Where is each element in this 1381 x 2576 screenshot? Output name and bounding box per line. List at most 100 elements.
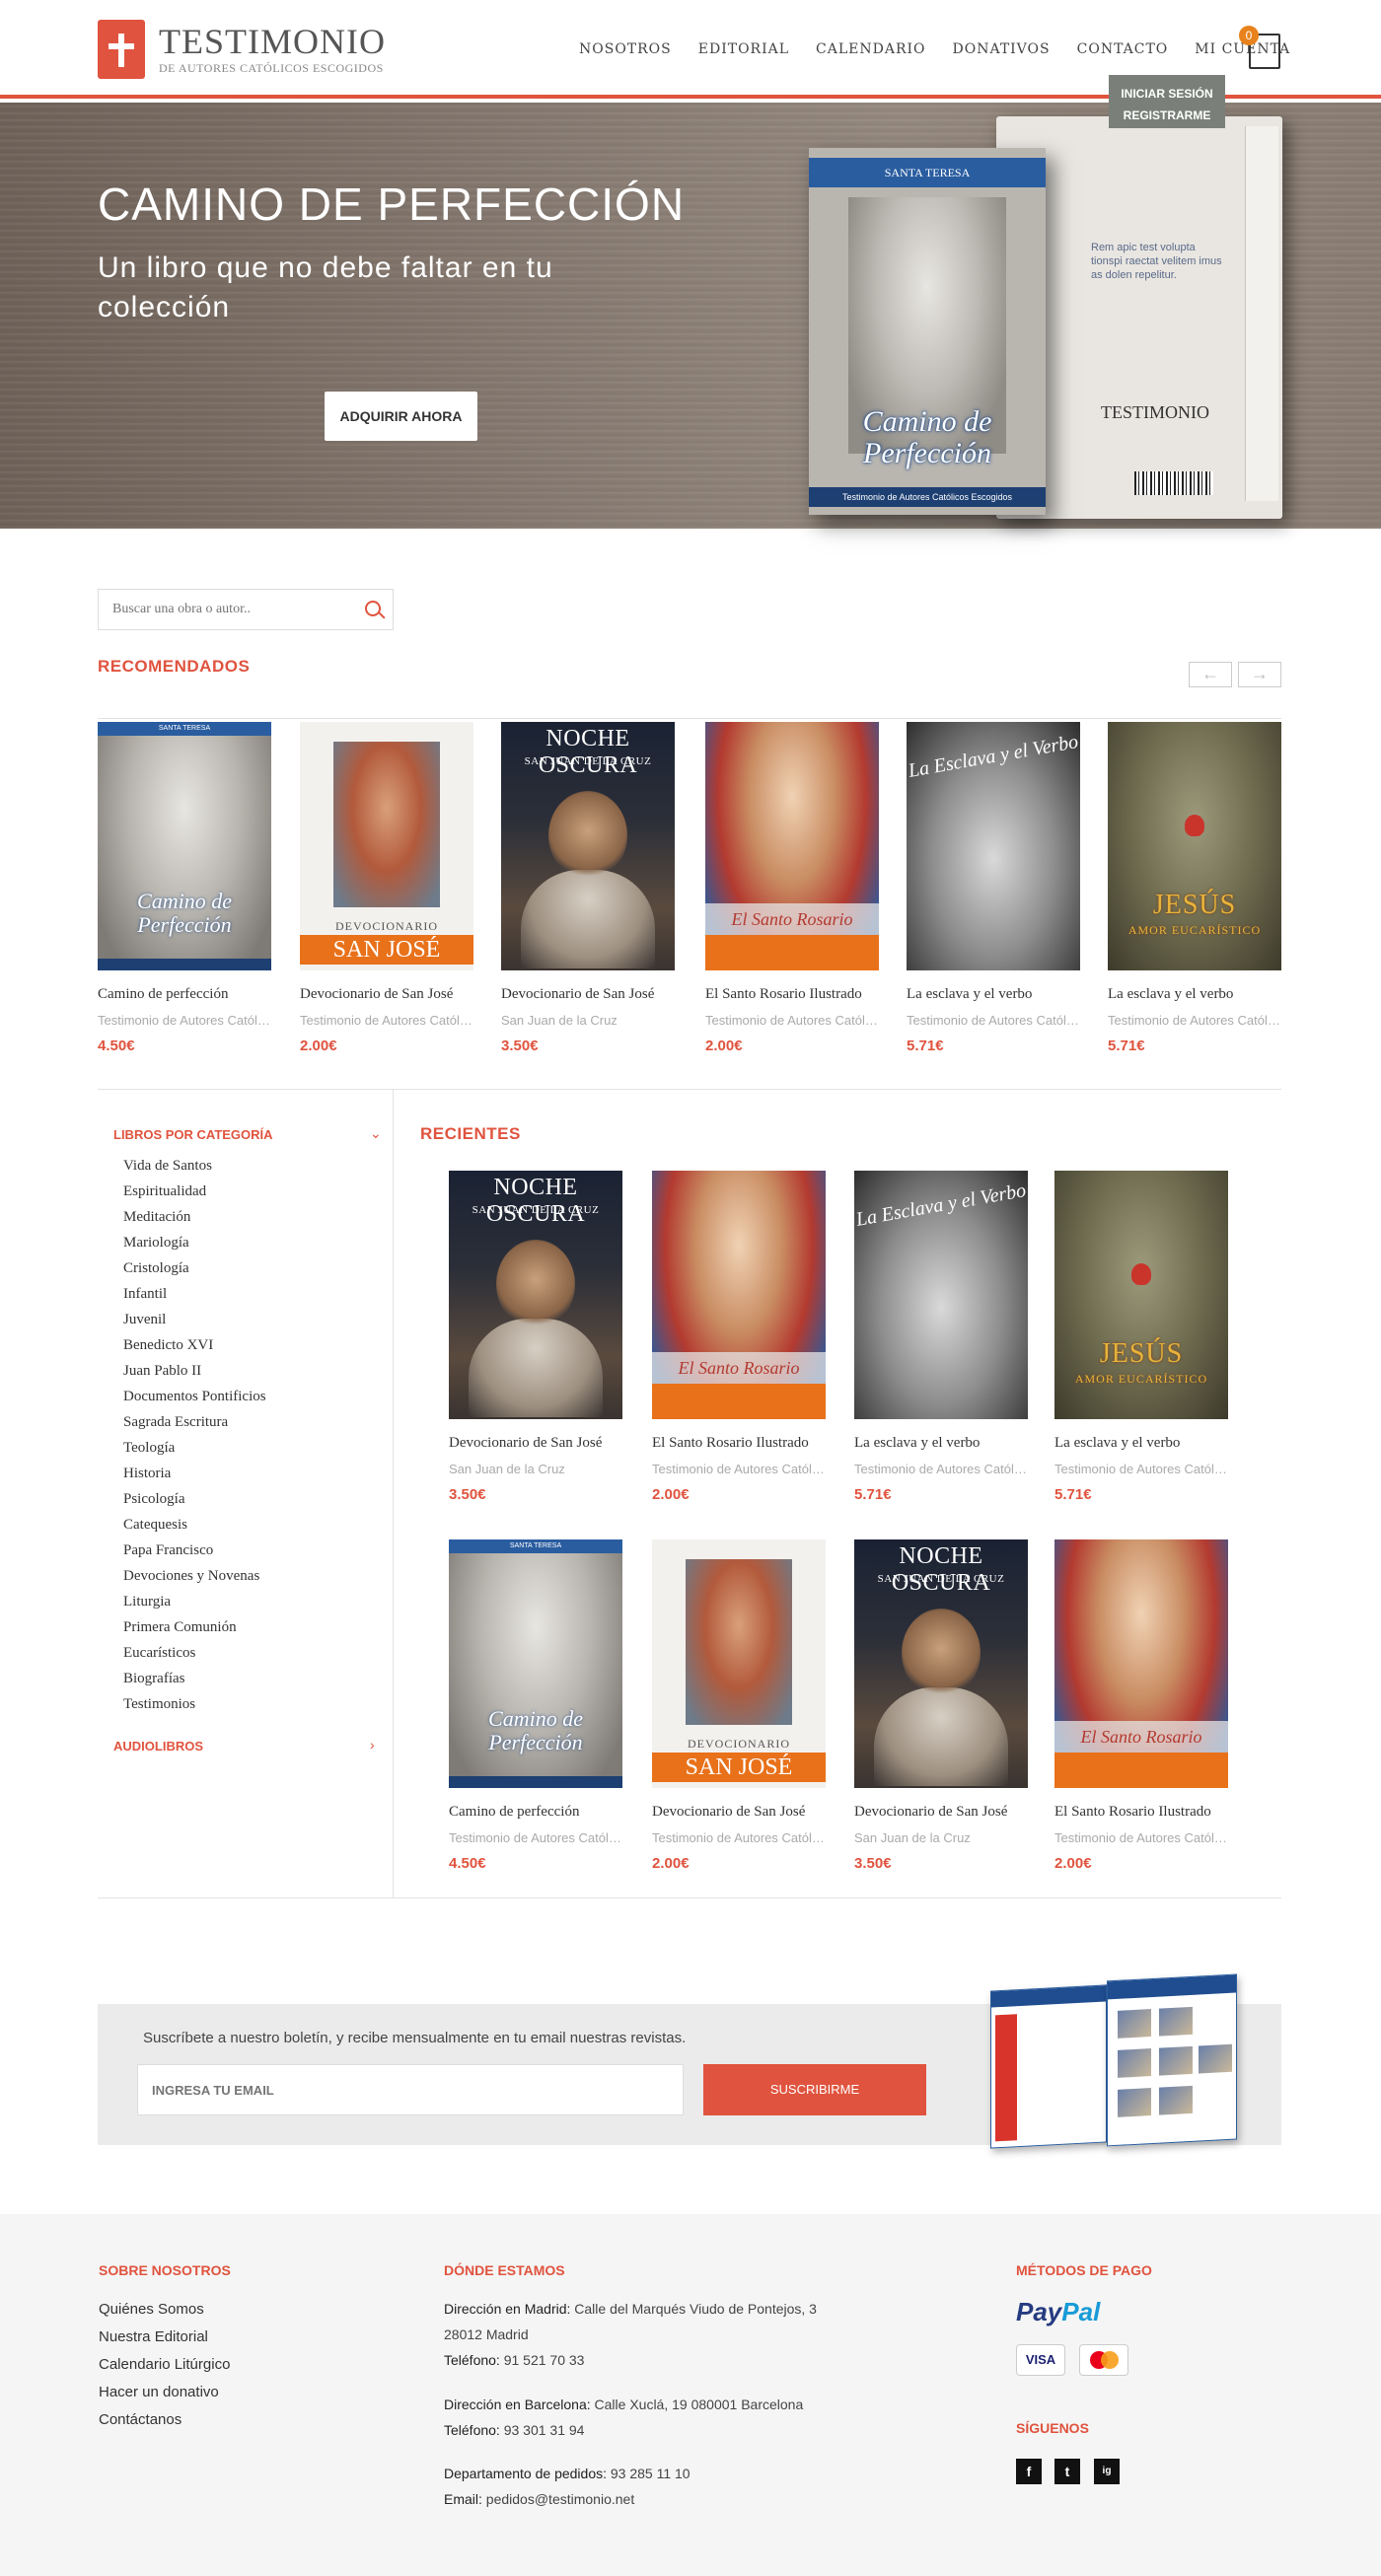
- book-cover-image[interactable]: JESÚS AMOR EUCARÍSTICO: [1108, 722, 1281, 970]
- product-price: 2.00€: [1054, 1855, 1092, 1872]
- category-item[interactable]: Documentos Pontificios: [123, 1384, 266, 1409]
- product-card[interactable]: JESÚS AMOR EUCARÍSTICO La esclava y el ver…: [1054, 1171, 1230, 1503]
- product-name[interactable]: La esclava y el verbo: [907, 986, 1082, 1003]
- instagram-icon[interactable]: ig: [1094, 2459, 1120, 2484]
- login-link[interactable]: INICIAR SESIÓN: [1109, 83, 1225, 105]
- product-card[interactable]: NOCHE OSCURA SAN JUAN DE LA CRUZ Devociona…: [501, 722, 677, 1054]
- nav-contacto[interactable]: CONTACTO: [1077, 41, 1169, 57]
- book-cover-image[interactable]: DEVOCIONARIO SAN JOSÉ: [652, 1539, 826, 1788]
- footer-link-calendario[interactable]: Calendario Litúrgico: [99, 2356, 230, 2373]
- nav-nosotros[interactable]: NOSOTROS: [579, 41, 672, 57]
- product-name[interactable]: El Santo Rosario Ilustrado: [1054, 1804, 1230, 1821]
- category-item[interactable]: Catequesis: [123, 1512, 266, 1538]
- category-item[interactable]: Benedicto XVI: [123, 1332, 266, 1358]
- category-item[interactable]: Meditación: [123, 1204, 266, 1230]
- chevron-right-icon[interactable]: ›: [370, 1737, 375, 1753]
- category-item[interactable]: Historia: [123, 1461, 266, 1486]
- orders-email[interactable]: pedidos@testimonio.net: [486, 2491, 634, 2507]
- product-name[interactable]: Devocionario de San José: [449, 1435, 624, 1452]
- product-name[interactable]: El Santo Rosario Ilustrado: [652, 1435, 828, 1452]
- category-item[interactable]: Psicología: [123, 1486, 266, 1512]
- nav-donativos[interactable]: DONATIVOS: [953, 41, 1051, 57]
- email-field[interactable]: [137, 2064, 684, 2115]
- product-name[interactable]: Devocionario de San José: [501, 986, 677, 1003]
- product-name[interactable]: Devocionario de San José: [652, 1804, 828, 1821]
- facebook-icon[interactable]: f: [1016, 2459, 1042, 2484]
- product-name[interactable]: Camino de perfección: [98, 986, 273, 1003]
- category-item[interactable]: Sagrada Escritura: [123, 1409, 266, 1435]
- saint-image: [686, 1559, 792, 1725]
- book-cover-image[interactable]: El Santo Rosario: [705, 722, 879, 970]
- product-name[interactable]: Devocionario de San José: [300, 986, 475, 1003]
- book-cover-image[interactable]: JESÚS AMOR EUCARÍSTICO: [1054, 1171, 1228, 1419]
- product-name[interactable]: El Santo Rosario Ilustrado: [705, 986, 881, 1003]
- register-link[interactable]: REGISTRARME: [1109, 105, 1225, 126]
- book-cover-image[interactable]: La Esclava y el Verbo: [854, 1171, 1028, 1419]
- product-name[interactable]: La esclava y el verbo: [854, 1435, 1030, 1452]
- book-cover-image[interactable]: NOCHE OSCURA SAN JUAN DE LA CRUZ: [449, 1171, 622, 1419]
- category-item[interactable]: Juan Pablo II: [123, 1358, 266, 1384]
- product-card[interactable]: La Esclava y el Verbo La esclava y el ver…: [854, 1171, 1030, 1503]
- carousel-next-button[interactable]: →: [1238, 662, 1281, 687]
- category-item[interactable]: Teología: [123, 1435, 266, 1461]
- category-item[interactable]: Primera Comunión: [123, 1614, 266, 1640]
- product-name[interactable]: Devocionario de San José: [854, 1804, 1030, 1821]
- category-item[interactable]: Mariología: [123, 1230, 266, 1255]
- book-cover-image[interactable]: NOCHE OSCURA SAN JUAN DE LA CRUZ: [854, 1539, 1028, 1788]
- category-heading[interactable]: LIBROS POR CATEGORÍA: [113, 1127, 273, 1142]
- nav-editorial[interactable]: EDITORIAL: [698, 41, 789, 57]
- book-cover-image[interactable]: El Santo Rosario: [1054, 1539, 1228, 1788]
- audiobooks-heading[interactable]: AUDIOLIBROS: [113, 1739, 203, 1753]
- product-card[interactable]: SANTA TERESA Camino de Perfección Camino d…: [449, 1539, 624, 1872]
- subscribe-button[interactable]: SUSCRIBIRME: [703, 2064, 926, 2115]
- hero-book-cover[interactable]: SANTA TERESA Camino de Perfección Testim…: [809, 148, 1046, 515]
- category-item[interactable]: Juvenil: [123, 1307, 266, 1332]
- category-item[interactable]: Vida de Santos: [123, 1153, 266, 1179]
- product-card[interactable]: NOCHE OSCURA SAN JUAN DE LA CRUZ Devociona…: [854, 1539, 1030, 1872]
- category-item[interactable]: Devociones y Novenas: [123, 1563, 266, 1589]
- cover-title: SAN JOSÉ: [652, 1753, 826, 1782]
- footer-link-editorial[interactable]: Nuestra Editorial: [99, 2328, 208, 2345]
- product-card[interactable]: La Esclava y el Verbo La esclava y el ver…: [907, 722, 1082, 1054]
- product-price: 5.71€: [1054, 1486, 1092, 1503]
- product-name[interactable]: Camino de perfección: [449, 1804, 624, 1821]
- cover-title: Camino de Perfección: [488, 1706, 583, 1754]
- product-card[interactable]: DEVOCIONARIO SAN JOSÉ Devocionario de San …: [300, 722, 475, 1054]
- product-card[interactable]: SANTA TERESA Camino de Perfección Camino d…: [98, 722, 273, 1054]
- book-cover-image[interactable]: El Santo Rosario: [652, 1171, 826, 1419]
- book-cover-image[interactable]: SANTA TERESA Camino de Perfección: [449, 1539, 622, 1788]
- product-card[interactable]: El Santo Rosario El Santo Rosario Ilustra…: [652, 1171, 828, 1503]
- product-card[interactable]: JESÚS AMOR EUCARÍSTICO La esclava y el ver…: [1108, 722, 1283, 1054]
- product-card[interactable]: El Santo Rosario El Santo Rosario Ilustra…: [705, 722, 881, 1054]
- product-card[interactable]: El Santo Rosario El Santo Rosario Ilustra…: [1054, 1539, 1230, 1872]
- footer-link-donativo[interactable]: Hacer un donativo: [99, 2384, 219, 2400]
- category-item[interactable]: Liturgia: [123, 1589, 266, 1614]
- search-icon[interactable]: [365, 601, 381, 616]
- category-item[interactable]: Infantil: [123, 1281, 266, 1307]
- category-item[interactable]: Papa Francisco: [123, 1538, 266, 1563]
- chevron-down-icon[interactable]: ⌄: [370, 1125, 382, 1142]
- footer-link-contacto[interactable]: Contáctanos: [99, 2411, 182, 2428]
- search-input[interactable]: [99, 590, 355, 629]
- category-item[interactable]: Testimonios: [123, 1691, 266, 1717]
- product-price: 2.00€: [705, 1038, 743, 1054]
- product-name[interactable]: La esclava y el verbo: [1054, 1435, 1230, 1452]
- nav-calendario[interactable]: CALENDARIO: [816, 41, 925, 57]
- product-card[interactable]: DEVOCIONARIO SAN JOSÉ Devocionario de San …: [652, 1539, 828, 1872]
- category-item[interactable]: Espiritualidad: [123, 1179, 266, 1204]
- book-cover-image[interactable]: SANTA TERESA Camino de Perfección: [98, 722, 271, 970]
- carousel-prev-button[interactable]: ←: [1189, 662, 1232, 687]
- book-cover-image[interactable]: NOCHE OSCURA SAN JUAN DE LA CRUZ: [501, 722, 675, 970]
- cart-icon[interactable]: 0: [1239, 26, 1280, 69]
- book-cover-image[interactable]: DEVOCIONARIO SAN JOSÉ: [300, 722, 473, 970]
- footer-link-quienes-somos[interactable]: Quiénes Somos: [99, 2301, 204, 2318]
- product-name[interactable]: La esclava y el verbo: [1108, 986, 1283, 1003]
- site-logo[interactable]: TESTIMONIO DE AUTORES CATÓLICOS ESCOGIDO…: [98, 20, 386, 79]
- category-item[interactable]: Biografías: [123, 1666, 266, 1691]
- category-item[interactable]: Cristología: [123, 1255, 266, 1281]
- category-item[interactable]: Eucarísticos: [123, 1640, 266, 1666]
- twitter-icon[interactable]: t: [1054, 2459, 1080, 2484]
- buy-now-button[interactable]: ADQUIRIR AHORA: [325, 392, 477, 441]
- book-cover-image[interactable]: La Esclava y el Verbo: [907, 722, 1080, 970]
- product-card[interactable]: NOCHE OSCURA SAN JUAN DE LA CRUZ Devociona…: [449, 1171, 624, 1503]
